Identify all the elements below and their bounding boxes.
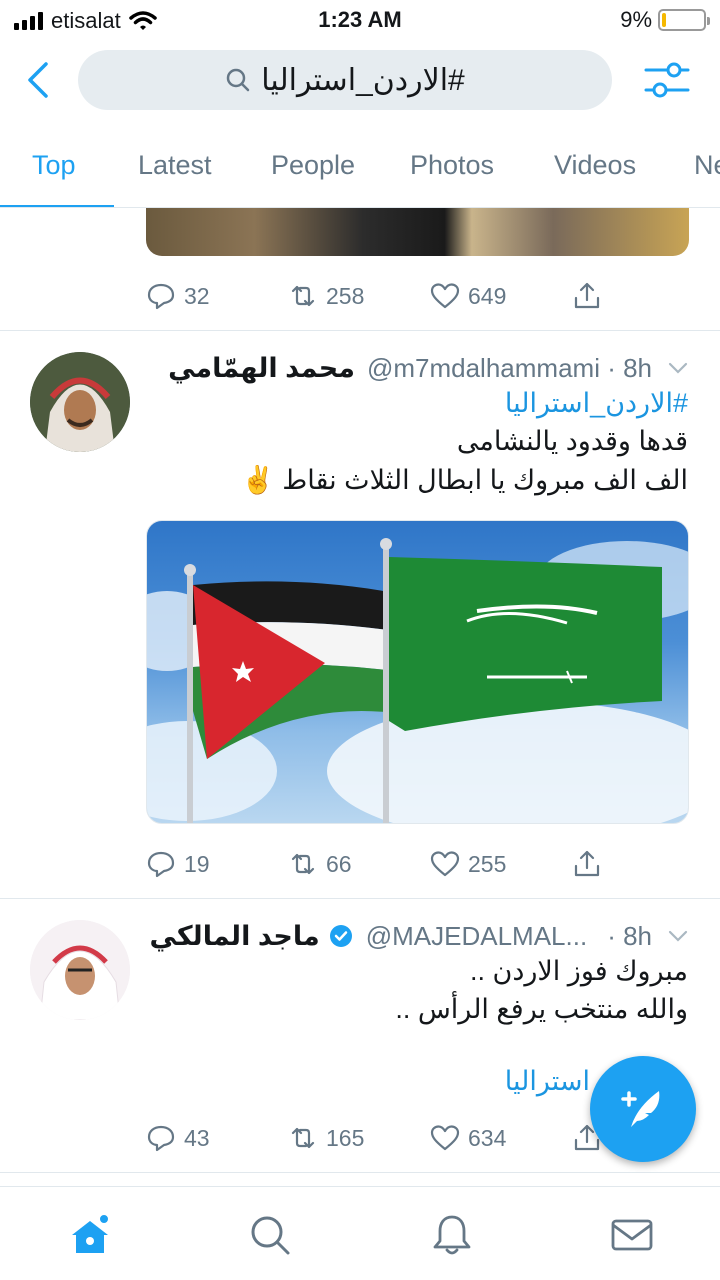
- share-button[interactable]: [572, 849, 612, 879]
- search-tabs: Top Latest People Photos Videos Ne: [0, 140, 720, 208]
- tweet-time: · 8h: [607, 920, 652, 951]
- tweet-actions: 32 258 649: [146, 276, 616, 316]
- retweet-button[interactable]: 258: [288, 281, 430, 311]
- tweet-actions: 43 165 634: [146, 1118, 616, 1158]
- tab-videos[interactable]: Videos: [554, 150, 636, 181]
- verified-icon: [329, 925, 352, 947]
- retweet-count: 66: [326, 850, 352, 877]
- like-button[interactable]: 255: [430, 849, 572, 879]
- reply-icon: [147, 851, 175, 878]
- like-count: 634: [468, 1124, 507, 1151]
- search-query: #الاردن_استراليا: [261, 63, 465, 97]
- tweet-handle[interactable]: @MAJEDALMAL...: [366, 921, 587, 952]
- tweet-divider: [0, 898, 720, 899]
- reply-button[interactable]: 32: [146, 281, 288, 311]
- tweet-photo[interactable]: [146, 208, 689, 256]
- like-button[interactable]: 649: [430, 281, 572, 311]
- reply-icon: [147, 1125, 175, 1152]
- reply-icon: [147, 283, 175, 310]
- reply-count: 32: [184, 282, 210, 309]
- tweet-header: محمد الهمّامي @m7mdalhammami · 8h: [146, 350, 690, 386]
- tweet-header: ماجد المالكي @MAJEDALMAL... · 8h: [146, 918, 690, 954]
- tweet-divider: [0, 330, 720, 331]
- display-name[interactable]: ماجد المالكي: [150, 921, 320, 952]
- status-bar: etisalat 1:23 AM 9%: [0, 0, 720, 40]
- retweet-button[interactable]: 165: [288, 1123, 430, 1153]
- share-icon: [574, 282, 600, 309]
- search-header: #الاردن_استراليا: [0, 40, 720, 120]
- avatar[interactable]: [30, 352, 130, 452]
- tab-news[interactable]: Ne: [694, 150, 720, 181]
- tweet-actions: 19 66 255: [146, 844, 616, 884]
- tab-photos[interactable]: Photos: [410, 150, 494, 181]
- tweet-hashtag[interactable]: استراليا: [505, 1066, 590, 1097]
- retweet-count: 258: [326, 282, 365, 309]
- explore-icon[interactable]: [248, 1213, 292, 1257]
- messages-icon[interactable]: [610, 1213, 654, 1257]
- share-icon: [574, 850, 600, 877]
- tab-people[interactable]: People: [271, 150, 355, 181]
- avatar[interactable]: [30, 920, 130, 1020]
- bottom-navigation: [0, 1186, 720, 1280]
- notifications-icon[interactable]: [430, 1213, 474, 1257]
- like-button[interactable]: 634: [430, 1123, 572, 1153]
- battery-icon: [658, 9, 710, 31]
- tweet-text-line: الف الف مبروك يا ابطال الثلاث نقاط ✌️: [241, 465, 688, 495]
- reply-count: 19: [184, 850, 210, 877]
- tab-top[interactable]: Top: [32, 150, 76, 181]
- tweet-handle-time[interactable]: @m7mdalhammami · 8h: [367, 353, 652, 384]
- tweet-text-line: والله منتخب يرفع الرأس ..: [395, 994, 688, 1024]
- reply-button[interactable]: 43: [146, 1123, 288, 1153]
- retweet-button[interactable]: 66: [288, 849, 430, 879]
- chevron-down-icon[interactable]: [666, 356, 690, 380]
- reply-count: 43: [184, 1124, 210, 1151]
- like-count: 649: [468, 282, 507, 309]
- retweet-icon: [291, 1127, 315, 1149]
- tweet-divider: [0, 1172, 720, 1173]
- compose-button[interactable]: [590, 1056, 696, 1162]
- retweet-icon: [291, 285, 315, 307]
- chevron-down-icon[interactable]: [666, 924, 690, 948]
- reply-button[interactable]: 19: [146, 849, 288, 879]
- avatar-image: [30, 352, 130, 452]
- compose-icon: [621, 1091, 660, 1127]
- tweet-text-line: قدها وقدود يالنشامى: [456, 426, 688, 456]
- like-icon: [430, 1125, 460, 1151]
- tweet-text-line: مبروك فوز الاردن ..: [470, 956, 688, 986]
- display-name[interactable]: محمد الهمّامي: [168, 353, 355, 384]
- back-arrow-icon[interactable]: [22, 58, 58, 102]
- retweet-count: 165: [326, 1124, 365, 1151]
- search-icon: [227, 68, 250, 92]
- tweet-feed[interactable]: 32 258 649 محمد الهمّامي @m7mdalhammami …: [0, 208, 720, 1190]
- like-icon: [430, 851, 460, 877]
- flags-image: [147, 538, 688, 823]
- retweet-icon: [291, 853, 315, 875]
- like-icon: [430, 283, 460, 309]
- tweet-hashtag[interactable]: #الاردن_استراليا: [505, 388, 688, 419]
- search-input[interactable]: #الاردن_استراليا: [78, 50, 612, 110]
- status-time: 1:23 AM: [318, 7, 402, 32]
- like-count: 255: [468, 850, 507, 877]
- battery-percent: 9%: [620, 7, 652, 32]
- avatar-image: [30, 920, 130, 1020]
- home-icon[interactable]: [68, 1213, 112, 1257]
- tab-latest[interactable]: Latest: [138, 150, 212, 181]
- tweet-photo[interactable]: [146, 520, 689, 824]
- filter-icon[interactable]: [644, 60, 690, 100]
- share-button[interactable]: [572, 281, 612, 311]
